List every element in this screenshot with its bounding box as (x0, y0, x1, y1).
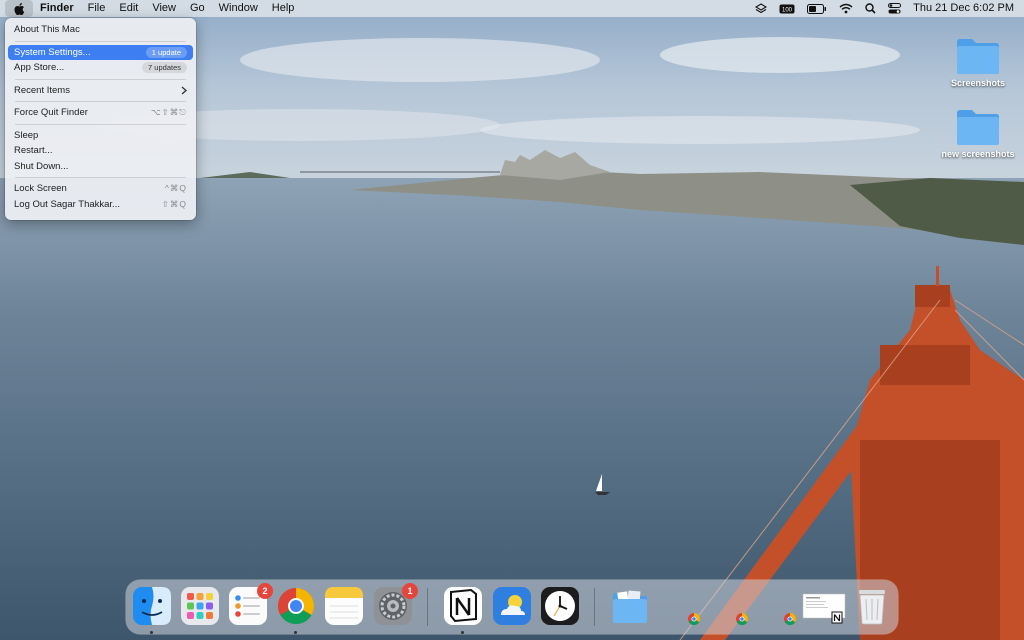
menu-item-label: Lock Screen (14, 183, 67, 195)
menu-item-label: About This Mac (14, 24, 80, 36)
wifi-icon[interactable] (839, 0, 853, 17)
battery-icon[interactable] (807, 0, 827, 17)
launchpad-icon (181, 587, 219, 625)
dock-app-system-settings[interactable]: 1 (373, 583, 418, 626)
chevron-right-icon (181, 86, 187, 95)
clock-icon (541, 587, 579, 625)
folder-label: new screenshots (941, 149, 1015, 159)
spotlight-search-icon[interactable] (865, 0, 876, 17)
menu-item-label: Sleep (14, 129, 39, 141)
desktop-folder-screenshots[interactable]: Screenshots (938, 36, 1018, 88)
downloads-folder-icon (613, 590, 647, 623)
dock-app-weather[interactable] (492, 586, 532, 626)
update-count-badge: 1 update (145, 46, 187, 58)
menu-item-force-quit[interactable]: Force Quit Finder ⌥⇧⌘⎋ (8, 105, 193, 121)
folder-label: Screenshots (950, 78, 1006, 88)
folder-icon (957, 39, 999, 74)
menu-item-label: Recent Items (14, 84, 70, 96)
apple-logo-icon (14, 2, 24, 15)
menu-separator (15, 78, 186, 80)
battery-percent-icon[interactable]: 100 (779, 0, 795, 17)
dock-app-clock[interactable] (540, 586, 580, 626)
menu-separator (15, 101, 186, 102)
menu-item-app-store[interactable]: App Store... 7 updates (8, 60, 193, 76)
dock-minimized-window-notion[interactable] (802, 586, 846, 626)
keyboard-shortcut: ^⌘Q (164, 183, 187, 194)
dock-app-notion[interactable] (443, 586, 483, 626)
keyboard-shortcut: ⇧⌘Q (161, 198, 187, 209)
dock-app-notes[interactable] (324, 586, 364, 626)
minimized-chrome-icon (688, 613, 701, 626)
notion-icon (444, 587, 482, 625)
menu-item-about-this-mac[interactable]: About This Mac (8, 22, 193, 38)
dock-separator (594, 588, 595, 626)
minimized-chrome-icon (736, 613, 749, 626)
notification-badge: 1 (402, 583, 418, 599)
apple-dropdown-menu: About This Mac System Settings... 1 upda… (5, 18, 196, 220)
weather-icon (493, 587, 531, 625)
update-count-badge: 7 updates (142, 62, 187, 74)
dock-app-launchpad[interactable] (180, 586, 220, 626)
menu-item-label: App Store... (14, 62, 65, 74)
notes-icon (325, 587, 363, 625)
menu-file[interactable]: File (81, 0, 113, 17)
folder-icon (957, 110, 999, 145)
notification-badge: 2 (257, 583, 273, 599)
menu-item-restart[interactable]: Restart... (8, 143, 193, 159)
menu-edit[interactable]: Edit (112, 0, 145, 17)
menu-separator (15, 177, 186, 178)
dock-minimized-window-chrome[interactable] (722, 586, 762, 626)
menu-item-log-out[interactable]: Log Out Sagar Thakkar... ⇧⌘Q (8, 197, 193, 213)
running-indicator (150, 631, 153, 634)
dock-app-finder[interactable] (132, 586, 172, 626)
menu-item-label: System Settings... (14, 46, 91, 58)
focus-icon[interactable] (755, 0, 768, 17)
dock-app-chrome[interactable] (276, 586, 316, 626)
dock-trash[interactable] (852, 586, 892, 626)
dock: 2 1 (126, 580, 898, 634)
dock-minimized-window-chrome[interactable] (674, 586, 714, 626)
menu-item-shut-down[interactable]: Shut Down... (8, 159, 193, 175)
menu-item-sleep[interactable]: Sleep (8, 128, 193, 144)
menu-item-system-settings[interactable]: System Settings... 1 update (8, 44, 193, 60)
menu-separator (15, 123, 186, 125)
chrome-icon (277, 588, 315, 625)
menu-bar: Finder File Edit View Go Window Help 100… (0, 0, 1024, 17)
desktop-folder-new-screenshots[interactable]: new screenshots (938, 107, 1018, 159)
control-center-icon[interactable] (888, 0, 902, 17)
keyboard-shortcut: ⌥⇧⌘⎋ (150, 107, 187, 118)
svg-text:100: 100 (782, 7, 793, 13)
minimized-notion-window-icon (802, 593, 846, 624)
dock-separator (427, 588, 428, 626)
menu-window[interactable]: Window (212, 0, 265, 17)
menu-separator (15, 40, 186, 42)
menu-item-recent-items[interactable]: Recent Items (8, 83, 193, 99)
menu-item-label: Restart... (14, 145, 53, 157)
menu-item-lock-screen[interactable]: Lock Screen ^⌘Q (8, 181, 193, 197)
running-indicator (461, 631, 464, 634)
trash-icon (859, 590, 885, 625)
dock-stack-downloads[interactable] (610, 586, 650, 626)
menu-item-label: Shut Down... (14, 160, 69, 172)
menu-item-label: Log Out Sagar Thakkar... (14, 198, 120, 210)
menu-app-name[interactable]: Finder (33, 0, 81, 17)
dock-app-reminders[interactable]: 2 (228, 583, 273, 626)
menu-go[interactable]: Go (183, 0, 212, 17)
running-indicator (294, 631, 297, 634)
menu-help[interactable]: Help (265, 0, 302, 17)
menu-item-label: Force Quit Finder (14, 107, 88, 119)
finder-icon (133, 587, 171, 625)
menubar-datetime[interactable]: Thu 21 Dec 6:02 PM (913, 0, 1014, 17)
apple-menu-button[interactable] (5, 0, 33, 17)
menu-view[interactable]: View (145, 0, 183, 17)
